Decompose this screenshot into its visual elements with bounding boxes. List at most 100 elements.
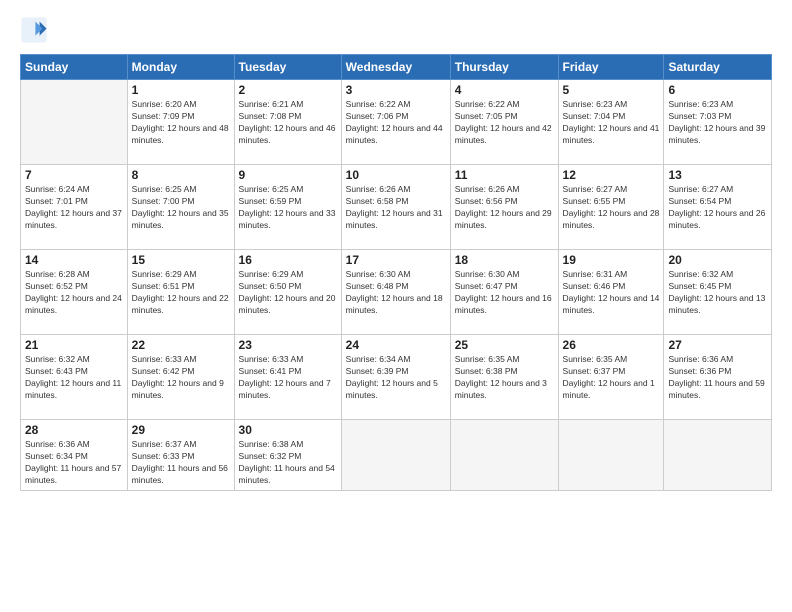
weekday-thursday: Thursday: [450, 55, 558, 80]
day-number: 26: [563, 338, 660, 352]
day-number: 15: [132, 253, 230, 267]
calendar-week-5: 28Sunrise: 6:36 AMSunset: 6:34 PMDayligh…: [21, 420, 772, 491]
day-number: 14: [25, 253, 123, 267]
day-info: Sunrise: 6:34 AMSunset: 6:39 PMDaylight:…: [346, 354, 446, 402]
calendar-cell: [21, 80, 128, 165]
calendar-cell: 12 Sunrise: 6:27 AMSunset: 6:55 PMDayligh…: [558, 165, 664, 250]
day-number: 23: [239, 338, 337, 352]
calendar-cell: 29Sunrise: 6:37 AMSunset: 6:33 PMDayligh…: [127, 420, 234, 491]
calendar-cell: 15 Sunrise: 6:29 AMSunset: 6:51 PMDayligh…: [127, 250, 234, 335]
calendar-cell: 9 Sunrise: 6:25 AMSunset: 6:59 PMDaylight…: [234, 165, 341, 250]
day-number: 1: [132, 83, 230, 97]
calendar-cell: 18 Sunrise: 6:30 AMSunset: 6:47 PMDayligh…: [450, 250, 558, 335]
calendar-cell: 30 Sunrise: 6:38 AMSunset: 6:32 PMDayligh…: [234, 420, 341, 491]
calendar-cell: 19 Sunrise: 6:31 AMSunset: 6:46 PMDayligh…: [558, 250, 664, 335]
day-info: Sunrise: 6:29 AMSunset: 6:50 PMDaylight:…: [239, 269, 337, 317]
calendar-cell: 22 Sunrise: 6:33 AMSunset: 6:42 PMDayligh…: [127, 335, 234, 420]
day-info: Sunrise: 6:38 AMSunset: 6:32 PMDaylight:…: [239, 439, 337, 487]
day-info: Sunrise: 6:36 AMSunset: 6:36 PMDaylight:…: [668, 354, 767, 402]
day-info: Sunrise: 6:22 AMSunset: 7:06 PMDaylight:…: [346, 99, 446, 147]
day-number: 8: [132, 168, 230, 182]
calendar-cell: 25 Sunrise: 6:35 AMSunset: 6:38 PMDayligh…: [450, 335, 558, 420]
calendar-cell: [664, 420, 772, 491]
day-info: Sunrise: 6:32 AMSunset: 6:43 PMDaylight:…: [25, 354, 123, 402]
calendar-cell: 13 Sunrise: 6:27 AMSunset: 6:54 PMDayligh…: [664, 165, 772, 250]
day-number: 13: [668, 168, 767, 182]
day-number: 18: [455, 253, 554, 267]
day-number: 2: [239, 83, 337, 97]
calendar-cell: 2 Sunrise: 6:21 AMSunset: 7:08 PMDaylight…: [234, 80, 341, 165]
weekday-header-row: SundayMondayTuesdayWednesdayThursdayFrid…: [21, 55, 772, 80]
calendar-cell: 28Sunrise: 6:36 AMSunset: 6:34 PMDayligh…: [21, 420, 128, 491]
calendar-cell: 10 Sunrise: 6:26 AMSunset: 6:58 PMDayligh…: [341, 165, 450, 250]
calendar-week-2: 7Sunrise: 6:24 AMSunset: 7:01 PMDaylight…: [21, 165, 772, 250]
day-info: Sunrise: 6:33 AMSunset: 6:42 PMDaylight:…: [132, 354, 230, 402]
calendar-week-4: 21 Sunrise: 6:32 AMSunset: 6:43 PMDayligh…: [21, 335, 772, 420]
day-number: 24: [346, 338, 446, 352]
calendar-body: 1 Sunrise: 6:20 AMSunset: 7:09 PMDaylight…: [21, 80, 772, 491]
page: SundayMondayTuesdayWednesdayThursdayFrid…: [0, 0, 792, 612]
calendar-cell: [450, 420, 558, 491]
calendar-week-1: 1 Sunrise: 6:20 AMSunset: 7:09 PMDaylight…: [21, 80, 772, 165]
day-info: Sunrise: 6:30 AMSunset: 6:48 PMDaylight:…: [346, 269, 446, 317]
calendar-cell: 24 Sunrise: 6:34 AMSunset: 6:39 PMDayligh…: [341, 335, 450, 420]
day-info: Sunrise: 6:31 AMSunset: 6:46 PMDaylight:…: [563, 269, 660, 317]
day-info: Sunrise: 6:35 AMSunset: 6:37 PMDaylight:…: [563, 354, 660, 402]
day-number: 20: [668, 253, 767, 267]
calendar-cell: [341, 420, 450, 491]
day-info: Sunrise: 6:36 AMSunset: 6:34 PMDaylight:…: [25, 439, 123, 487]
calendar-cell: 6Sunrise: 6:23 AMSunset: 7:03 PMDaylight…: [664, 80, 772, 165]
day-info: Sunrise: 6:27 AMSunset: 6:54 PMDaylight:…: [668, 184, 767, 232]
day-number: 19: [563, 253, 660, 267]
day-number: 4: [455, 83, 554, 97]
logo: [20, 16, 52, 44]
day-info: Sunrise: 6:23 AMSunset: 7:04 PMDaylight:…: [563, 99, 660, 147]
day-number: 27: [668, 338, 767, 352]
calendar-cell: 21 Sunrise: 6:32 AMSunset: 6:43 PMDayligh…: [21, 335, 128, 420]
calendar-cell: 20 Sunrise: 6:32 AMSunset: 6:45 PMDayligh…: [664, 250, 772, 335]
logo-icon: [20, 16, 48, 44]
weekday-sunday: Sunday: [21, 55, 128, 80]
calendar-cell: 26 Sunrise: 6:35 AMSunset: 6:37 PMDayligh…: [558, 335, 664, 420]
day-info: Sunrise: 6:33 AMSunset: 6:41 PMDaylight:…: [239, 354, 337, 402]
day-number: 21: [25, 338, 123, 352]
day-number: 3: [346, 83, 446, 97]
day-number: 16: [239, 253, 337, 267]
calendar-cell: 7Sunrise: 6:24 AMSunset: 7:01 PMDaylight…: [21, 165, 128, 250]
day-number: 7: [25, 168, 123, 182]
calendar-cell: 11 Sunrise: 6:26 AMSunset: 6:56 PMDayligh…: [450, 165, 558, 250]
weekday-tuesday: Tuesday: [234, 55, 341, 80]
calendar-table: SundayMondayTuesdayWednesdayThursdayFrid…: [20, 54, 772, 491]
day-info: Sunrise: 6:32 AMSunset: 6:45 PMDaylight:…: [668, 269, 767, 317]
calendar-cell: 14 Sunrise: 6:28 AMSunset: 6:52 PMDayligh…: [21, 250, 128, 335]
calendar-cell: 1 Sunrise: 6:20 AMSunset: 7:09 PMDaylight…: [127, 80, 234, 165]
day-number: 11: [455, 168, 554, 182]
calendar-cell: 23 Sunrise: 6:33 AMSunset: 6:41 PMDayligh…: [234, 335, 341, 420]
day-info: Sunrise: 6:22 AMSunset: 7:05 PMDaylight:…: [455, 99, 554, 147]
day-number: 17: [346, 253, 446, 267]
calendar-week-3: 14 Sunrise: 6:28 AMSunset: 6:52 PMDayligh…: [21, 250, 772, 335]
weekday-saturday: Saturday: [664, 55, 772, 80]
day-info: Sunrise: 6:28 AMSunset: 6:52 PMDaylight:…: [25, 269, 123, 317]
day-info: Sunrise: 6:25 AMSunset: 6:59 PMDaylight:…: [239, 184, 337, 232]
day-number: 5: [563, 83, 660, 97]
day-number: 9: [239, 168, 337, 182]
day-number: 25: [455, 338, 554, 352]
day-number: 30: [239, 423, 337, 437]
weekday-friday: Friday: [558, 55, 664, 80]
day-info: Sunrise: 6:20 AMSunset: 7:09 PMDaylight:…: [132, 99, 230, 147]
day-info: Sunrise: 6:21 AMSunset: 7:08 PMDaylight:…: [239, 99, 337, 147]
calendar-cell: 3 Sunrise: 6:22 AMSunset: 7:06 PMDaylight…: [341, 80, 450, 165]
day-info: Sunrise: 6:30 AMSunset: 6:47 PMDaylight:…: [455, 269, 554, 317]
day-info: Sunrise: 6:26 AMSunset: 6:58 PMDaylight:…: [346, 184, 446, 232]
day-info: Sunrise: 6:27 AMSunset: 6:55 PMDaylight:…: [563, 184, 660, 232]
day-info: Sunrise: 6:35 AMSunset: 6:38 PMDaylight:…: [455, 354, 554, 402]
day-number: 22: [132, 338, 230, 352]
day-number: 10: [346, 168, 446, 182]
day-info: Sunrise: 6:37 AMSunset: 6:33 PMDaylight:…: [132, 439, 230, 487]
day-info: Sunrise: 6:26 AMSunset: 6:56 PMDaylight:…: [455, 184, 554, 232]
day-info: Sunrise: 6:29 AMSunset: 6:51 PMDaylight:…: [132, 269, 230, 317]
calendar-cell: 8Sunrise: 6:25 AMSunset: 7:00 PMDaylight…: [127, 165, 234, 250]
day-number: 12: [563, 168, 660, 182]
calendar-cell: [558, 420, 664, 491]
